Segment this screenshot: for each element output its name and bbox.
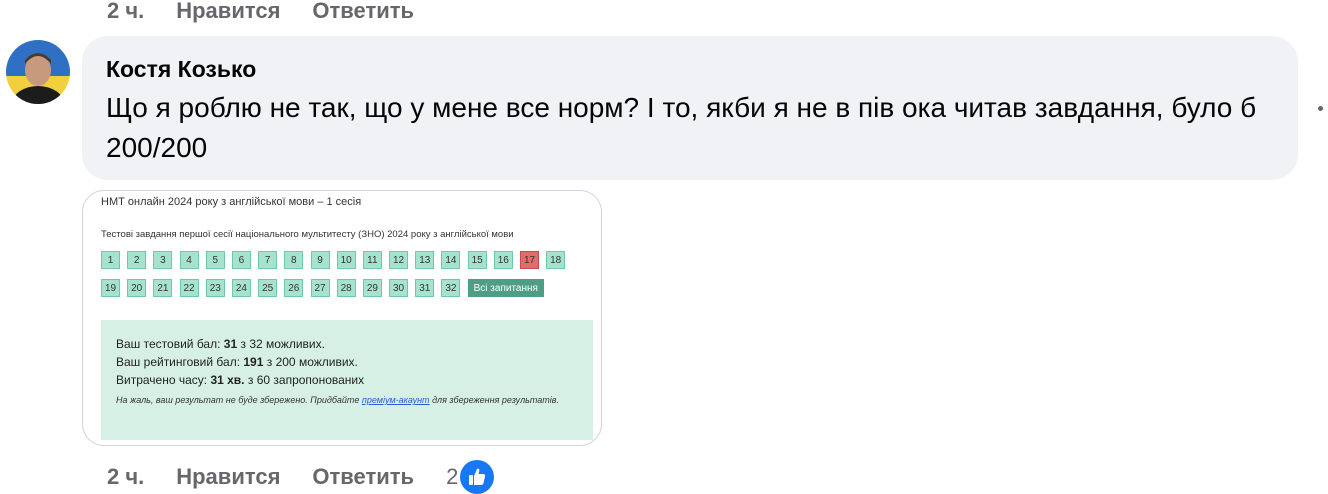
question-cell: 13 [415, 251, 435, 269]
question-cell: 21 [153, 279, 173, 297]
question-cell: 18 [546, 251, 566, 269]
question-cell: 27 [310, 279, 330, 297]
reaction-count[interactable]: 2 [446, 464, 458, 490]
question-cell: 20 [127, 279, 147, 297]
avatar[interactable] [6, 40, 70, 104]
avatar-image [6, 40, 70, 104]
question-cell: 2 [127, 251, 147, 269]
comment-author[interactable]: Костя Козько [106, 56, 256, 83]
question-grid-row-2: 19 20 21 22 23 24 25 26 27 28 29 30 31 32 Всі запитанн… [101, 279, 544, 297]
question-cell: 32 [441, 279, 461, 297]
question-cell: 28 [336, 279, 356, 297]
question-cell: 30 [389, 279, 409, 297]
comment-actions: 2 ч. Нравится Ответить 2 [107, 460, 495, 494]
nmt-subtitle: Тестові завдання першої сесії національн… [101, 229, 514, 240]
question-cell: 16 [493, 251, 513, 269]
question-cell: 14 [441, 251, 461, 269]
premium-account-link[interactable]: преміум-акаунт [362, 395, 430, 405]
nmt-title: НМТ онлайн 2024 року з англійської мови … [101, 196, 362, 208]
question-cell: 1 [101, 251, 120, 269]
like-link[interactable]: Нравится [176, 0, 280, 24]
reply-link[interactable]: Ответить [312, 464, 414, 490]
reply-link[interactable]: Ответить [312, 0, 414, 24]
question-cell: 3 [153, 251, 173, 269]
question-cell: 10 [336, 251, 356, 269]
question-cell: 5 [205, 251, 225, 269]
question-cell: 9 [310, 251, 330, 269]
question-cell: 15 [467, 251, 487, 269]
test-score-line: Ваш тестовий бал: 31 з 32 можливих. [116, 337, 325, 351]
question-cell: 31 [415, 279, 435, 297]
comment-bubble: Костя Козько Що я роблю не так, що у мен… [82, 36, 1298, 180]
question-grid-row-1: 1 2 3 4 5 6 7 8 9 10 11 12 13 14 15 16 17 18 [101, 251, 572, 269]
question-cell: 11 [362, 251, 382, 269]
question-cell: 17 [520, 251, 539, 269]
question-cell: 29 [362, 279, 382, 297]
rating-score-line: Ваш рейтинговий бал: 191 з 200 можливих. [116, 355, 358, 369]
question-cell: 8 [284, 251, 304, 269]
comment-timestamp[interactable]: 2 ч. [107, 464, 144, 490]
question-cell: 23 [205, 279, 225, 297]
time-spent-line: Витрачено часу: 31 хв. з 60 запропонован… [116, 373, 365, 387]
question-cell: 25 [258, 279, 278, 297]
result-note: На жаль, ваш результат не буде збережено… [116, 395, 559, 405]
question-cell: 12 [389, 251, 409, 269]
comment-text: Що я роблю не так, що у мене все норм? І… [106, 92, 1257, 163]
question-cell: 24 [231, 279, 251, 297]
thumbs-up-icon[interactable] [460, 460, 495, 494]
previous-comment-actions: 2 ч. Нравится Ответить [107, 0, 446, 24]
more-options-icon[interactable] [1312, 100, 1328, 116]
like-link[interactable]: Нравится [176, 464, 280, 490]
question-cell: 6 [231, 251, 251, 269]
question-cell: 4 [179, 251, 199, 269]
question-cell: 7 [258, 251, 278, 269]
all-questions-button: Всі запитання [467, 279, 544, 297]
comment-image-attachment[interactable]: НМТ онлайн 2024 року з англійської мови … [82, 190, 602, 446]
question-cell: 22 [179, 279, 199, 297]
comment-timestamp[interactable]: 2 ч. [107, 0, 144, 24]
question-cell: 26 [284, 279, 304, 297]
result-panel: Ваш тестовий бал: 31 з 32 можливих. Ваш … [101, 320, 593, 440]
question-cell: 19 [101, 279, 120, 297]
